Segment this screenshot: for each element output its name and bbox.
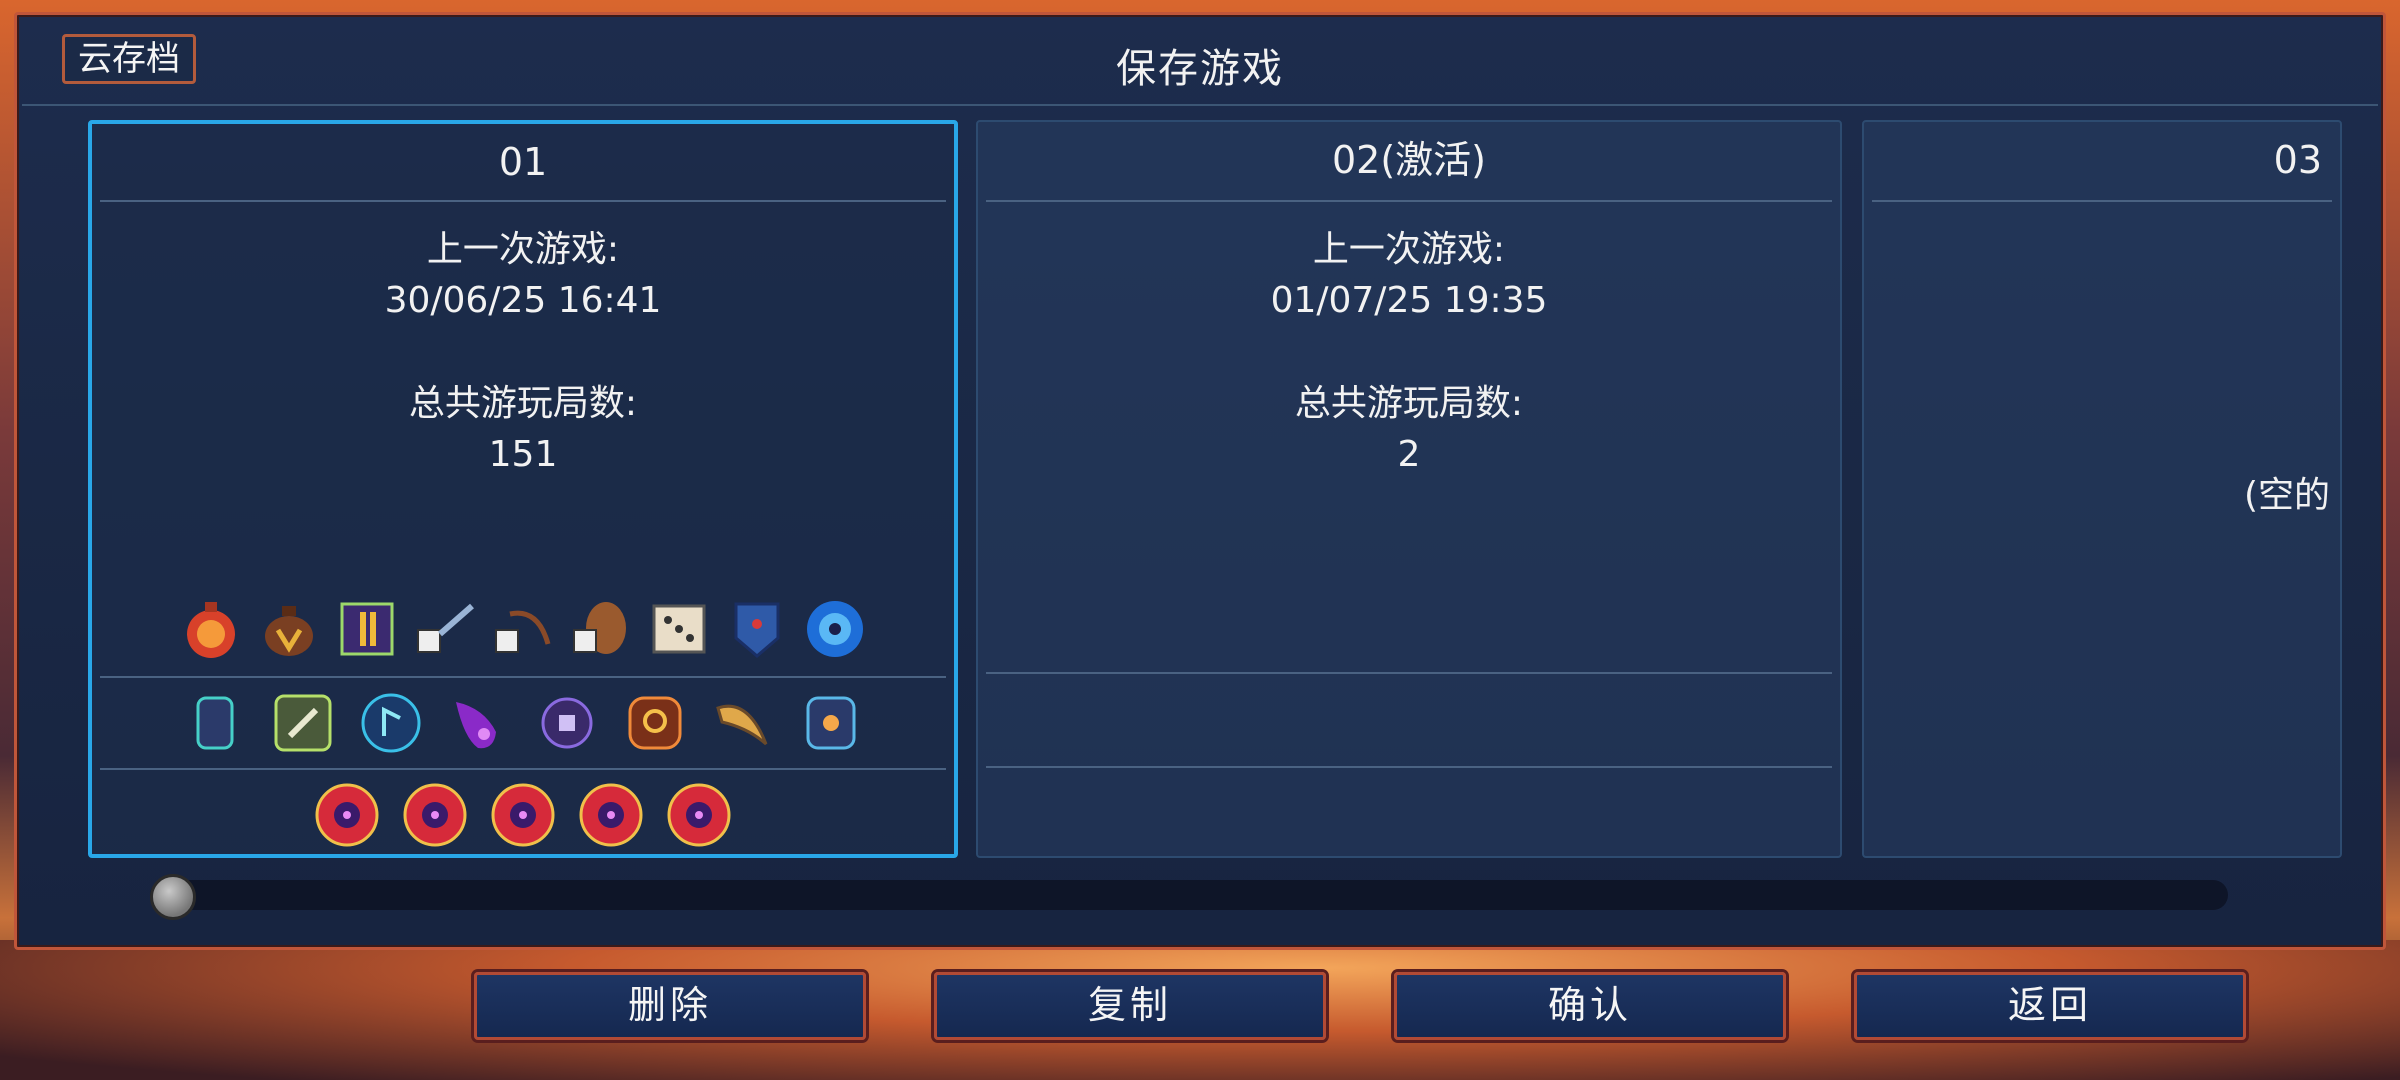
blue-shield-icon (722, 594, 792, 664)
boss-cell-icon (400, 780, 470, 850)
total-runs-label: 总共游玩局数: (408, 383, 638, 424)
page-title: 保存游戏 (1116, 46, 1284, 92)
vine-rune-icon (180, 688, 250, 758)
total-runs-value: 151 (488, 434, 558, 475)
rune-icon-row (92, 688, 954, 758)
runes-divider (986, 766, 1832, 768)
blue-orb-icon (800, 594, 870, 664)
mech-eye-icon (532, 688, 602, 758)
copy-button[interactable]: 复制 (934, 972, 1326, 1040)
save-slot-01[interactable]: 01 上一次游戏: 30/06/25 16:41 总共游玩局数: 151 (88, 120, 958, 858)
purple-flame-icon (444, 688, 514, 758)
last-played-label: 上一次游戏: (426, 229, 620, 270)
slot-name: 02(激活) (1331, 138, 1486, 182)
dice-icon (644, 594, 714, 664)
dice-bow-icon (488, 594, 558, 664)
boss-cell-icon (664, 780, 734, 850)
title-divider (22, 104, 2378, 106)
delete-button[interactable]: 删除 (474, 972, 866, 1040)
runes-divider (100, 768, 946, 770)
slot-header-divider (986, 200, 1832, 202)
save-slot-03[interactable]: 03 (空的 (1862, 120, 2342, 858)
last-played-label: 上一次游戏: (1312, 229, 1506, 270)
save-slot-02[interactable]: 02(激活) 上一次游戏: 01/07/25 19:35 总共游玩局数: 2 (976, 120, 1842, 858)
total-runs-value: 2 (1397, 434, 1421, 475)
boss-cell-row (92, 780, 954, 850)
amber-rune-icon (620, 688, 690, 758)
fire-potion-icon (176, 594, 246, 664)
item-icon-row (92, 594, 954, 664)
slot-scrollbar-track[interactable] (150, 880, 2228, 910)
bone-rune-icon (268, 688, 338, 758)
dice-blade-icon (410, 594, 480, 664)
back-button[interactable]: 返回 (1854, 972, 2246, 1040)
items-divider (100, 676, 946, 678)
slot-name: 01 (498, 140, 548, 184)
boss-cell-icon (488, 780, 558, 850)
items-divider (986, 672, 1832, 674)
slot-name: 03 (2273, 138, 2322, 182)
horn-icon (708, 688, 778, 758)
total-runs-label: 总共游玩局数: (1294, 383, 1524, 424)
boss-cell-icon (576, 780, 646, 850)
dice-shield-icon (566, 594, 636, 664)
boss-cell-icon (312, 780, 382, 850)
last-played-value: 01/07/25 19:35 (1270, 280, 1548, 321)
last-played-value: 30/06/25 16:41 (384, 280, 662, 321)
empty-slot-label: (空的 (2243, 475, 2330, 516)
confirm-button[interactable]: 确认 (1394, 972, 1786, 1040)
slot-scrollbar-handle[interactable] (150, 874, 196, 920)
spider-rune-icon (796, 688, 866, 758)
loot-bag-icon (254, 594, 324, 664)
slot-header-divider (100, 200, 946, 202)
teleport-rune-icon (356, 688, 426, 758)
rune-scroll-icon (332, 594, 402, 664)
slot-header-divider (1872, 200, 2332, 202)
